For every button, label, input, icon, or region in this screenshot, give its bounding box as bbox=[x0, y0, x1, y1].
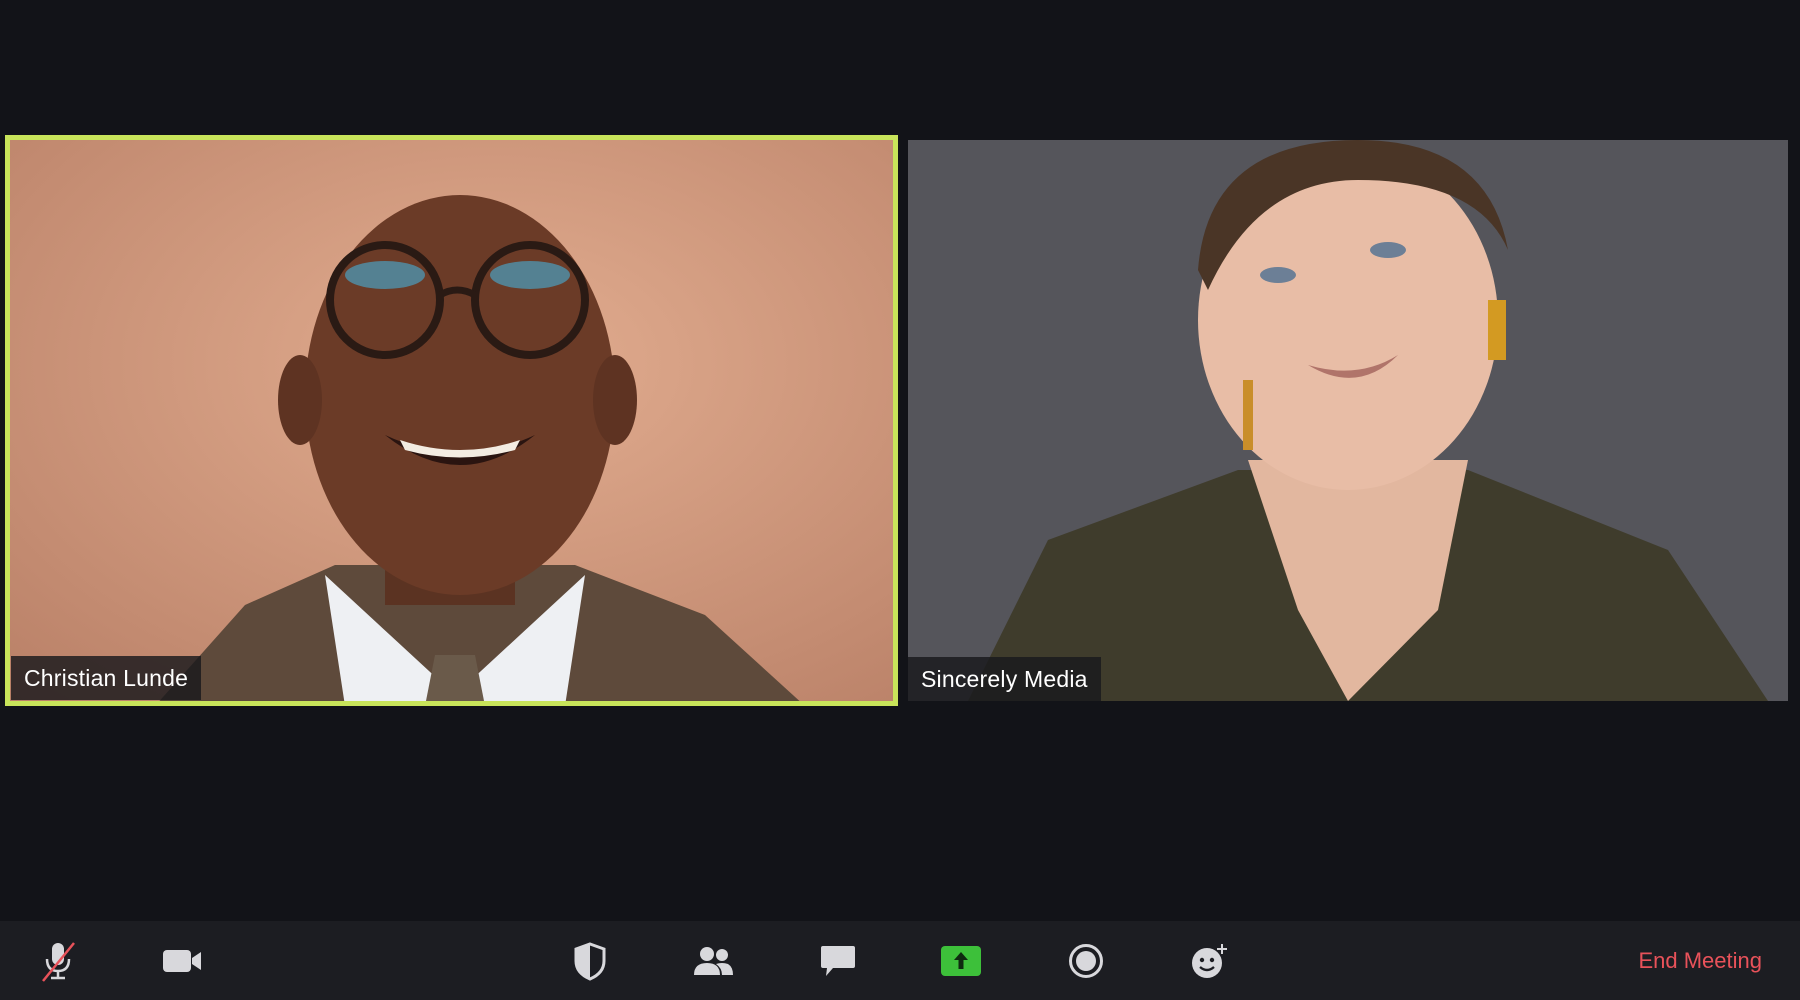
participant-tile-christian-lunde[interactable]: Christian Lunde bbox=[5, 135, 898, 706]
mute-microphone-button[interactable] bbox=[18, 921, 98, 1000]
reactions-button[interactable] bbox=[1170, 921, 1250, 1000]
participant-tile-sincerely-media[interactable]: Sincerely Media bbox=[908, 140, 1788, 701]
participant-name-label: Christian Lunde bbox=[11, 656, 202, 700]
emoji-add-icon bbox=[1192, 943, 1227, 978]
video-camera-icon bbox=[163, 949, 201, 972]
meeting-toolbar: End Meeting bbox=[0, 921, 1800, 1000]
share-screen-arrow-icon bbox=[941, 945, 981, 976]
microphone-muted-icon bbox=[42, 941, 75, 982]
participants-button[interactable] bbox=[673, 921, 753, 1000]
share-screen-button[interactable] bbox=[921, 921, 1001, 1000]
video-gallery: Christian Lunde Sincerely Media bbox=[0, 0, 1800, 921]
participant-video-feed bbox=[5, 135, 898, 706]
end-meeting-button[interactable]: End Meeting bbox=[1638, 921, 1762, 1000]
participant-video-feed bbox=[908, 140, 1788, 701]
security-button[interactable] bbox=[550, 921, 630, 1000]
record-button[interactable] bbox=[1046, 921, 1126, 1000]
start-video-button[interactable] bbox=[142, 921, 222, 1000]
people-icon bbox=[694, 946, 733, 975]
chat-button[interactable] bbox=[798, 921, 878, 1000]
shield-icon bbox=[574, 941, 606, 981]
record-icon bbox=[1069, 943, 1103, 978]
participant-name-label: Sincerely Media bbox=[908, 657, 1101, 701]
chat-bubble-icon bbox=[821, 945, 855, 976]
